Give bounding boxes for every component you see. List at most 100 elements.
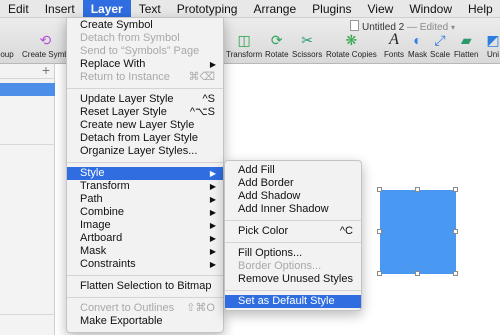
menu-item-label: Border Options... [238, 260, 322, 272]
menu-item-label: Add Inner Shadow [238, 203, 329, 215]
submenu-arrow-icon: ▶ [209, 208, 216, 217]
menu-item-label: Mask [80, 245, 107, 257]
menu-item-remove-unused-styles[interactable]: Remove Unused Styles [225, 273, 361, 286]
menu-item-add-inner-shadow[interactable]: Add Inner Shadow [225, 203, 361, 216]
transform-label: Transform [226, 50, 263, 59]
menu-item-constraints[interactable]: Constraints ▶ [67, 258, 223, 271]
menu-item-combine[interactable]: Combine ▶ [67, 206, 223, 219]
menu-item-label: Replace With [80, 58, 146, 70]
transform-icon: ◫ [237, 32, 251, 48]
menu-item-label: Reset Layer Style [80, 106, 167, 118]
resize-handle[interactable] [377, 271, 382, 276]
menu-item-update-layer-style[interactable]: Update Layer Style ^S [67, 93, 223, 106]
menu-help[interactable]: Help [460, 0, 500, 18]
transform-button[interactable]: ◫ Transform [226, 32, 262, 59]
menu-item-detach-from-symbol: Detach from Symbol [67, 32, 223, 45]
layer-menu: Create Symbol Detach from Symbol Send to “… [66, 17, 224, 333]
resize-handle[interactable] [377, 187, 382, 192]
resize-handle[interactable] [415, 187, 420, 192]
flatten-icon: ▰ [460, 32, 472, 48]
menu-item-label: Add Border [238, 177, 294, 189]
sidebar-header: + [0, 62, 54, 79]
menu-item-style[interactable]: Style ▶ [67, 167, 223, 180]
resize-handle[interactable] [415, 271, 420, 276]
sidebar-divider [0, 314, 55, 315]
menu-item-create-symbol[interactable]: Create Symbol [67, 19, 223, 32]
scissors-label: Scissors [292, 50, 323, 59]
scissors-button[interactable]: ✂ Scissors [292, 32, 322, 59]
menu-item-label: Create Symbol [80, 19, 153, 31]
menu-item-set-as-default-style[interactable]: Set as Default Style [225, 295, 361, 308]
menu-item-path[interactable]: Path ▶ [67, 193, 223, 206]
add-page-icon[interactable]: + [42, 62, 50, 78]
rotate-icon: ⟳ [270, 32, 283, 48]
menu-item-label: Style [80, 167, 105, 179]
menu-item-image[interactable]: Image ▶ [67, 219, 223, 232]
fonts-button[interactable]: A Fonts [384, 32, 404, 60]
flatten-button[interactable]: ▰ Flatten [454, 32, 478, 59]
resize-handle[interactable] [453, 271, 458, 276]
menu-item-label: Detach from Symbol [80, 32, 180, 44]
menu-item-organize-layer-styles[interactable]: Organize Layer Styles... [67, 145, 223, 158]
menu-separator [67, 297, 223, 298]
menu-edit[interactable]: Edit [0, 0, 37, 18]
menu-item-label: Flatten Selection to Bitmap [80, 280, 212, 292]
menu-item-create-new-layer-style[interactable]: Create new Layer Style [67, 119, 223, 132]
mask-button[interactable]: ◐ Mask [408, 32, 427, 59]
menu-item-convert-to-outlines: Convert to Outlines ⇧⌘O [67, 302, 223, 315]
scale-icon: ⤢ [434, 32, 446, 48]
menu-item-label: Pick Color [238, 225, 289, 237]
menu-plugins[interactable]: Plugins [304, 0, 359, 18]
menu-item-reset-layer-style[interactable]: Reset Layer Style ^⌥S [67, 106, 223, 119]
selected-rectangle[interactable] [380, 190, 456, 274]
menu-item-add-shadow[interactable]: Add Shadow [225, 190, 361, 203]
menu-text[interactable]: Text [131, 0, 169, 18]
menu-item-fill-options[interactable]: Fill Options... [225, 247, 361, 260]
resize-handle[interactable] [377, 229, 382, 234]
menu-item-add-fill[interactable]: Add Fill [225, 164, 361, 177]
resize-handle[interactable] [453, 187, 458, 192]
flatten-label: Flatten [454, 50, 479, 59]
menu-item-replace-with[interactable]: Replace With ▶ [67, 58, 223, 71]
uni-label: Uni [486, 50, 499, 59]
menu-window[interactable]: Window [401, 0, 460, 18]
menu-item-label: Add Shadow [238, 190, 301, 202]
menu-arrange[interactable]: Arrange [245, 0, 304, 18]
menu-item-label: Remove Unused Styles [238, 273, 353, 285]
menu-item-detach-from-layer-style[interactable]: Detach from Layer Style [67, 132, 223, 145]
submenu-arrow-icon: ▶ [209, 169, 216, 178]
resize-handle[interactable] [453, 229, 458, 234]
menu-item-add-border[interactable]: Add Border [225, 177, 361, 190]
menu-layer[interactable]: Layer [82, 0, 131, 18]
menu-item-flatten-selection-to-bitmap[interactable]: Flatten Selection to Bitmap [67, 280, 223, 293]
menu-prototyping[interactable]: Prototyping [169, 0, 246, 18]
rotate-label: Rotate [265, 50, 289, 59]
group-button[interactable]: oup [0, 32, 16, 59]
menu-item-label: Constraints [80, 258, 136, 270]
menu-item-make-exportable[interactable]: Make Exportable [67, 315, 223, 328]
menu-item-label: Combine [80, 206, 125, 218]
uni-button[interactable]: ◩ Uni [484, 32, 500, 59]
scissors-icon: ✂ [301, 32, 313, 48]
create-symbol-button[interactable]: ⟲ Create Symb [22, 32, 69, 59]
menu-item-label: Update Layer Style [80, 93, 174, 105]
menu-view[interactable]: View [360, 0, 402, 18]
menu-item-label: Organize Layer Styles... [80, 145, 198, 157]
rotate-button[interactable]: ⟳ Rotate [265, 32, 289, 59]
menu-item-mask[interactable]: Mask ▶ [67, 245, 223, 258]
menu-item-pick-color[interactable]: Pick Color ^C [225, 225, 361, 238]
menu-separator [67, 162, 223, 163]
rotate-copies-button[interactable]: ❋ Rotate Copies [326, 32, 377, 59]
pages-sidebar: + [0, 62, 55, 335]
submenu-arrow-icon: ▶ [209, 182, 216, 191]
selected-page-row[interactable] [0, 83, 55, 96]
menu-item-label: Return to Instance [80, 71, 170, 83]
menu-insert[interactable]: Insert [37, 0, 83, 18]
scale-button[interactable]: ⤢ Scale [430, 32, 450, 59]
menu-item-label: Fill Options... [238, 247, 303, 259]
menu-item-transform[interactable]: Transform ▶ [67, 180, 223, 193]
menu-separator [67, 275, 223, 276]
menu-item-artboard[interactable]: Artboard ▶ [67, 232, 223, 245]
document-icon [350, 20, 359, 31]
menu-item-send-to-symbols-page: Send to “Symbols” Page [67, 45, 223, 58]
